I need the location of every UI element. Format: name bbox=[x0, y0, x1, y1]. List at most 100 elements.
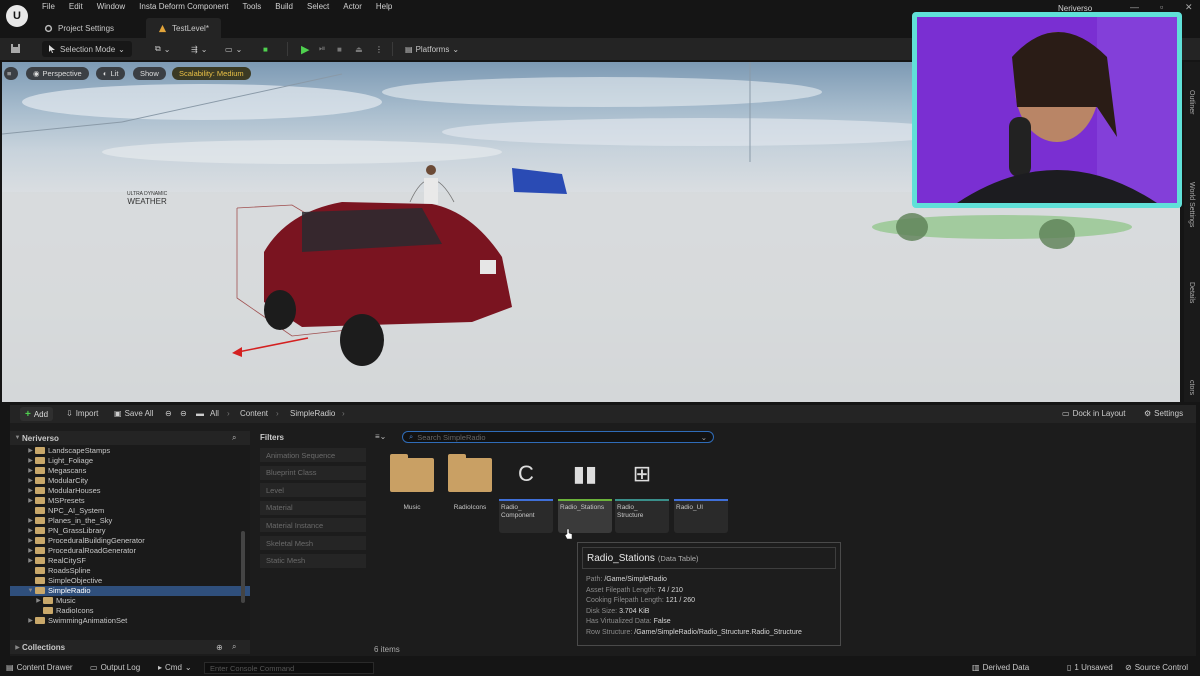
menu-item[interactable]: Tools bbox=[243, 2, 262, 11]
lit-button[interactable]: ◐ Lit bbox=[96, 67, 126, 80]
settings-button[interactable]: ⚙ Settings bbox=[1144, 409, 1183, 418]
console-input[interactable]: Enter Console Command bbox=[204, 662, 374, 674]
content-drawer-button[interactable]: ▤ Content Drawer bbox=[6, 663, 73, 672]
expand-arrow-icon[interactable]: ▼ bbox=[26, 588, 35, 594]
unsaved-button[interactable]: ▯ 1 Unsaved bbox=[1067, 663, 1113, 672]
search-icon[interactable]: ⌕ bbox=[232, 642, 236, 652]
history-forward-button[interactable]: ⊖ bbox=[180, 409, 187, 418]
filter-item[interactable]: Blueprint Class bbox=[260, 465, 366, 480]
save-icon[interactable] bbox=[10, 43, 21, 54]
tree-folder-row[interactable]: ▶ LandscapeStamps bbox=[10, 445, 250, 455]
tree-folder-row[interactable]: ▶ Music bbox=[10, 596, 250, 606]
expand-arrow-icon[interactable]: ▶ bbox=[13, 644, 22, 651]
filter-item[interactable]: Material Instance bbox=[260, 518, 366, 533]
tab-project-settings[interactable]: Project Settings bbox=[32, 18, 126, 38]
eject-button[interactable]: ⏏ bbox=[350, 41, 368, 57]
expand-arrow-icon[interactable]: ▶ bbox=[26, 517, 35, 524]
tree-folder-row[interactable]: ▶ Megascans bbox=[10, 465, 250, 475]
tree-folder-row[interactable]: ▶ Planes_in_the_Sky bbox=[10, 515, 250, 525]
menu-item[interactable]: Insta Deform Component bbox=[139, 2, 228, 11]
tree-folder-row[interactable]: ▶ ProceduralRoadGenerator bbox=[10, 545, 250, 555]
tree-folder-row[interactable]: ▶ PN_GrassLibrary bbox=[10, 525, 250, 535]
tree-folder-row[interactable]: ▶ SwimmingAnimationSet bbox=[10, 616, 250, 625]
derived-data-button[interactable]: ▥ Derived Data bbox=[972, 663, 1029, 672]
tree-folder-row[interactable]: ▶ RealCitySF bbox=[10, 556, 250, 566]
filter-item[interactable]: Static Mesh bbox=[260, 553, 366, 568]
tree-root[interactable]: ▼ Neriverso ⌕ bbox=[10, 431, 250, 445]
expand-arrow-icon[interactable]: ▶ bbox=[26, 617, 35, 624]
breadcrumb-simpleradio[interactable]: SimpleRadio bbox=[290, 409, 335, 418]
menu-item[interactable]: Help bbox=[376, 2, 392, 11]
add-content-button[interactable]: ⧉ ⌄ bbox=[150, 41, 175, 57]
expand-arrow-icon[interactable]: ▶ bbox=[26, 467, 35, 474]
tree-scrollbar[interactable] bbox=[241, 531, 245, 603]
maximize-icon[interactable]: ▫ bbox=[1160, 2, 1163, 12]
cinematics-button[interactable]: ▭ ⌄ bbox=[220, 41, 247, 57]
tree-folder-row[interactable]: ▶ ModularHouses bbox=[10, 485, 250, 495]
history-back-button[interactable]: ⊖ bbox=[165, 409, 172, 418]
expand-arrow-icon[interactable]: ▶ bbox=[26, 457, 35, 464]
asset-tile[interactable]: Music bbox=[385, 449, 439, 533]
add-collection-icon[interactable]: ⊕ bbox=[216, 643, 223, 652]
tree-folder-row[interactable]: RoadsSpline bbox=[10, 566, 250, 576]
filter-icon[interactable]: ≡⌄ bbox=[375, 432, 386, 441]
folder-nav-button[interactable]: ▬ bbox=[196, 409, 204, 418]
cmd-dropdown[interactable]: ▸ Cmd ⌄ bbox=[158, 663, 192, 672]
play-button[interactable]: ▶ bbox=[296, 41, 314, 57]
expand-arrow-icon[interactable]: ▶ bbox=[26, 547, 35, 554]
perspective-button[interactable]: ◉ Perspective bbox=[26, 67, 89, 80]
expand-arrow-icon[interactable]: ▶ bbox=[26, 537, 35, 544]
viewport-menu-button[interactable]: ≡ bbox=[4, 67, 18, 80]
output-log-button[interactable]: ▭ Output Log bbox=[90, 663, 140, 672]
expand-arrow-icon[interactable]: ▶ bbox=[26, 447, 35, 454]
expand-arrow-icon[interactable]: ▶ bbox=[34, 597, 43, 604]
import-button[interactable]: ⇩ Import bbox=[66, 409, 98, 418]
mode-green-button[interactable]: ■ bbox=[258, 41, 273, 57]
close-icon[interactable]: ✕ bbox=[1185, 2, 1193, 13]
filter-item[interactable]: Material bbox=[260, 500, 366, 515]
asset-tile[interactable]: ⊞ Radio_ Structure bbox=[615, 449, 669, 533]
expand-arrow-icon[interactable]: ▶ bbox=[26, 527, 35, 534]
tree-folder-row[interactable]: NPC_AI_System bbox=[10, 505, 250, 515]
filter-item[interactable]: Animation Sequence bbox=[260, 448, 366, 462]
scalability-badge[interactable]: Scalability: Medium bbox=[172, 67, 251, 80]
asset-tile[interactable]: ▮▮ Radio_Stations bbox=[558, 449, 612, 533]
menu-item[interactable]: Build bbox=[275, 2, 293, 11]
actors-tab[interactable]: ctors bbox=[1188, 380, 1195, 395]
blueprint-button[interactable]: ⇶ ⌄ bbox=[186, 41, 212, 57]
save-all-button[interactable]: ▣ Save All bbox=[114, 409, 153, 418]
tree-folder-row[interactable]: ▶ Light_Foliage bbox=[10, 455, 250, 465]
more-options-button[interactable]: ⋮ bbox=[370, 41, 388, 57]
tree-folder-row[interactable]: ▶ MSPresets bbox=[10, 495, 250, 505]
tree-folder-row[interactable]: ▼ SimpleRadio bbox=[10, 585, 250, 596]
search-icon[interactable]: ⌕ bbox=[232, 433, 236, 443]
menu-item[interactable]: Window bbox=[97, 2, 125, 11]
platforms-dropdown[interactable]: ▤ Platforms ⌄ bbox=[400, 41, 464, 57]
tab-test-level[interactable]: TestLevel* bbox=[146, 18, 221, 38]
collections-header[interactable]: ▶ Collections ⊕ ⌕ bbox=[10, 640, 250, 654]
unreal-logo-icon[interactable]: U bbox=[6, 5, 28, 27]
tree-folder-row[interactable]: ▶ ProceduralBuildingGenerator bbox=[10, 535, 250, 545]
dock-in-layout-button[interactable]: ▭ Dock in Layout bbox=[1062, 409, 1125, 418]
add-button[interactable]: + Add bbox=[20, 407, 54, 421]
tree-folder-row[interactable]: RadioIcons bbox=[10, 606, 250, 616]
expand-arrow-icon[interactable]: ▶ bbox=[26, 477, 35, 484]
menu-item[interactable]: Select bbox=[307, 2, 329, 11]
asset-tile[interactable]: C Radio_ Component bbox=[499, 449, 553, 533]
outliner-tab[interactable]: Outliner bbox=[1188, 90, 1195, 115]
search-input[interactable]: ⌕ Search SimpleRadio ⌄ bbox=[402, 431, 714, 443]
asset-tile[interactable]: RadioIcons bbox=[443, 449, 497, 533]
menu-item[interactable]: Actor bbox=[343, 2, 362, 11]
expand-arrow-icon[interactable]: ▶ bbox=[26, 487, 35, 494]
source-control-button[interactable]: ⊘ Source Control bbox=[1125, 663, 1188, 672]
tree-folder-row[interactable]: SimpleObjective bbox=[10, 576, 250, 586]
step-button[interactable]: ⏯ bbox=[314, 41, 330, 57]
asset-tile[interactable]: Radio_UI bbox=[674, 449, 728, 533]
world-settings-tab[interactable]: World Settings bbox=[1188, 182, 1195, 227]
expand-arrow-icon[interactable]: ▶ bbox=[26, 497, 35, 504]
filter-item[interactable]: Level bbox=[260, 483, 366, 498]
expand-arrow-icon[interactable]: ▶ bbox=[26, 557, 35, 564]
filter-item[interactable]: Skeletal Mesh bbox=[260, 536, 366, 550]
menu-item[interactable]: File bbox=[42, 2, 55, 11]
stop-button[interactable]: ■ bbox=[332, 41, 347, 57]
